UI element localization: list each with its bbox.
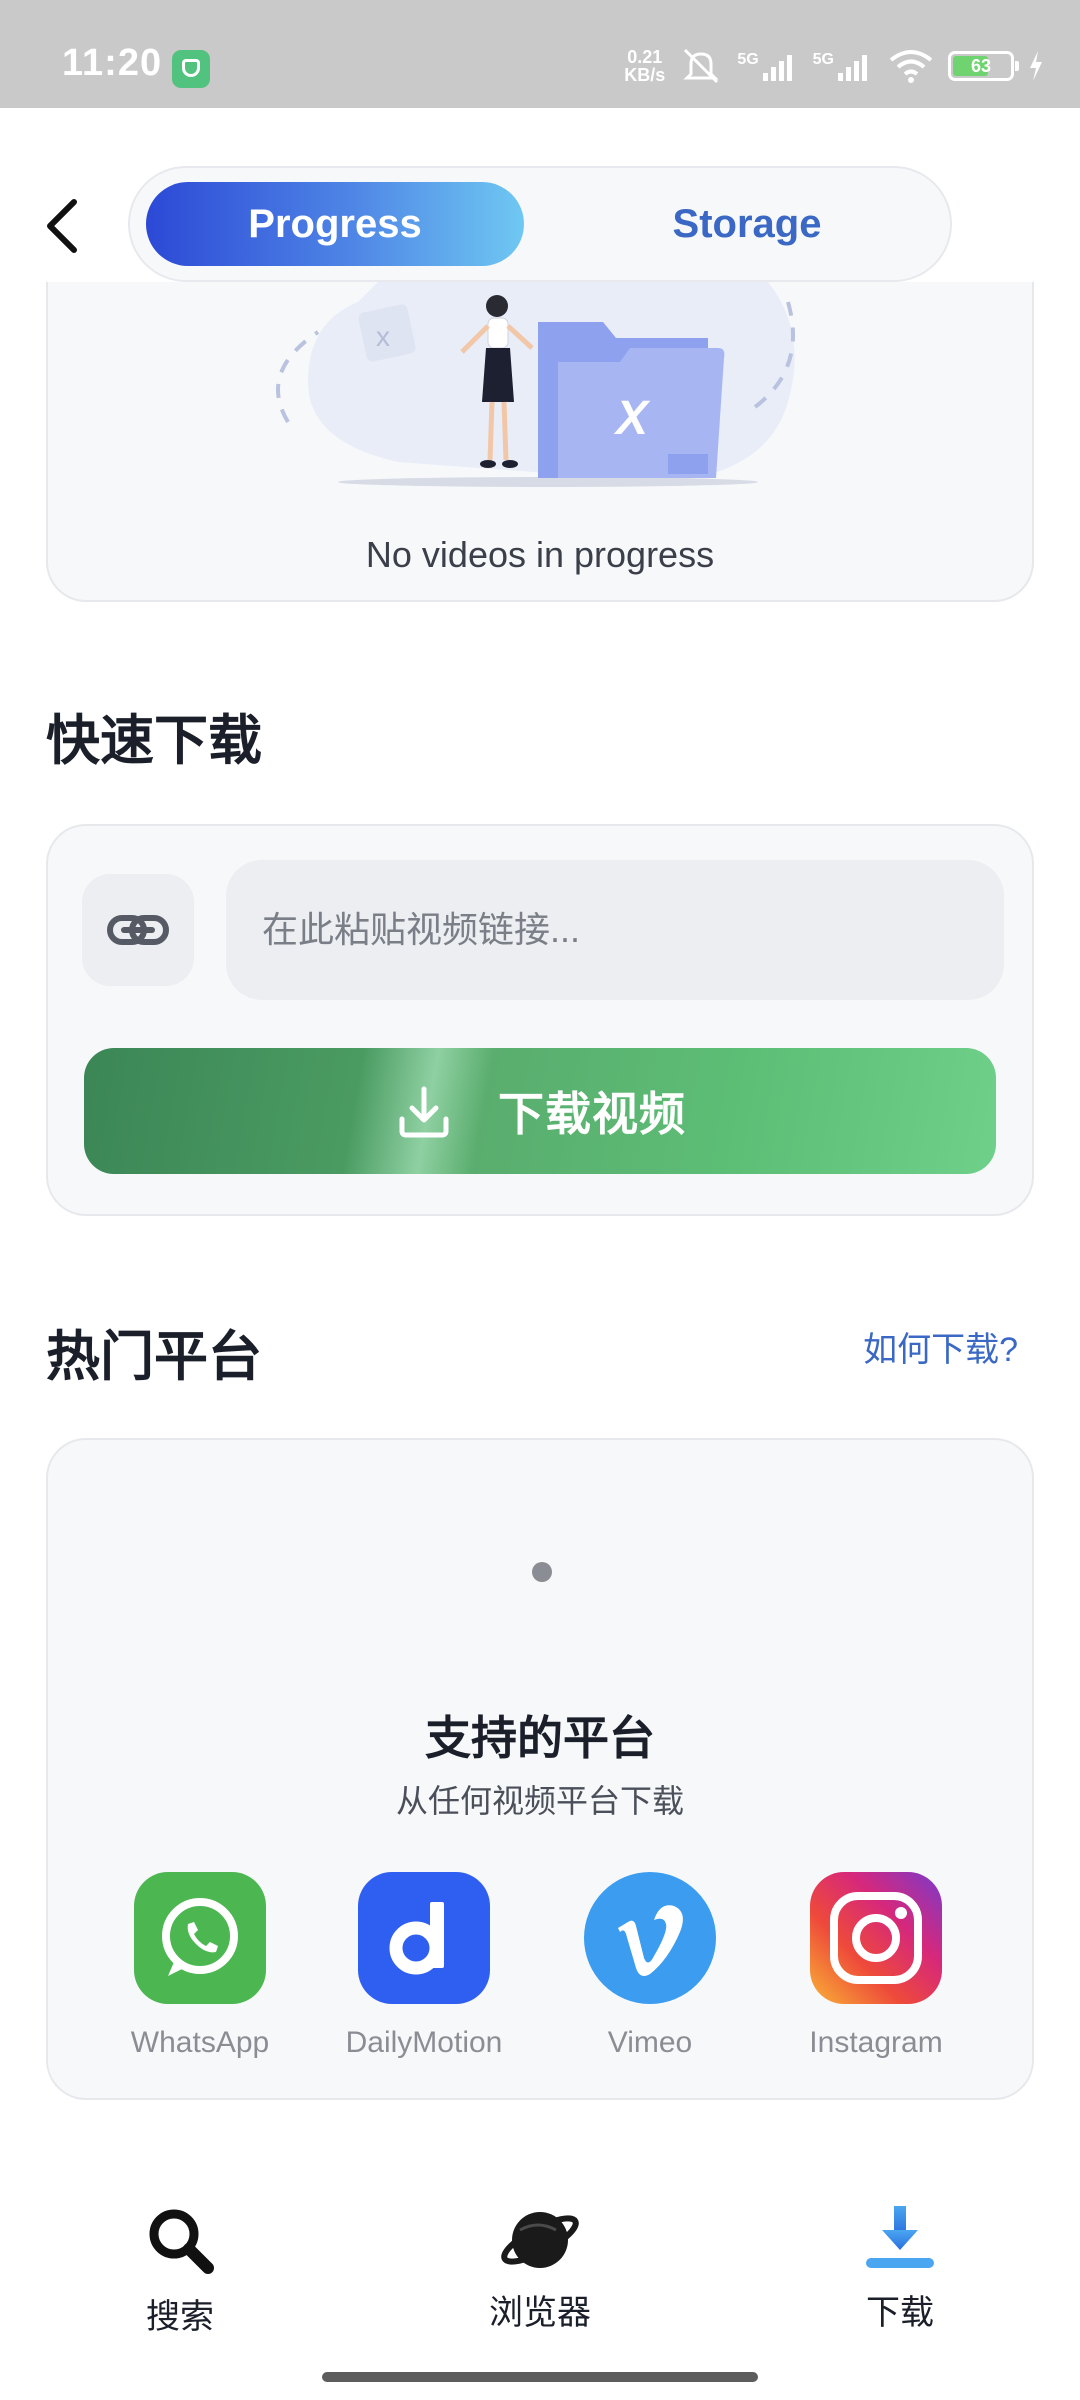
link-icon <box>107 915 169 945</box>
download-icon <box>866 2206 934 2268</box>
signal-5g-2: 5G <box>813 51 874 81</box>
paste-link-button[interactable] <box>82 874 194 986</box>
wifi-icon <box>889 50 933 83</box>
tab-storage[interactable]: Storage <box>558 182 936 266</box>
signal-5g-1: 5G <box>737 51 798 81</box>
planet-icon <box>501 2212 579 2268</box>
supported-platforms-subtitle: 从任何视频平台下载 <box>395 1783 684 1819</box>
platform-name: WhatsApp <box>130 2026 270 2059</box>
download-icon <box>399 1086 449 1138</box>
download-video-label: 下载视频 <box>498 1088 686 1140</box>
tab-progress[interactable]: Progress <box>146 182 524 266</box>
nav-browser[interactable]: 浏览器 <box>440 2200 640 2334</box>
network-speed: 0.21 KB/s <box>624 47 666 85</box>
platform-dailymotion[interactable]: DailyMotion <box>334 1872 514 2060</box>
quick-download-card: 下载视频 <box>46 824 1034 1216</box>
status-bar: 11:20 0.21 KB/s 5G 5G 63 <box>0 0 1080 108</box>
empty-state-text: No videos in progress <box>365 534 715 575</box>
page-indicator-dot <box>532 1562 552 1582</box>
vimeo-icon <box>584 1872 716 2004</box>
supported-platforms-title: 支持的平台 <box>425 1712 655 1764</box>
hot-platforms-title: 热门平台 <box>46 1327 262 1387</box>
svg-text:x: x <box>376 321 390 352</box>
platform-vimeo[interactable]: Vimeo <box>560 1872 740 2060</box>
download-video-button[interactable]: 下载视频 <box>84 1048 996 1174</box>
supported-platforms-card: 支持的平台 从任何视频平台下载 WhatsApp DailyMotion Vim… <box>46 1438 1034 2100</box>
nav-label: 浏览器 <box>489 2294 591 2332</box>
platform-whatsapp[interactable]: WhatsApp <box>110 1872 290 2060</box>
svg-text:X: X <box>613 392 651 445</box>
platform-instagram[interactable]: Instagram <box>786 1872 966 2060</box>
dailymotion-icon <box>358 1872 490 2004</box>
progress-card: x X No videos in progress <box>46 282 1034 602</box>
nav-download[interactable]: 下载 <box>800 2200 1000 2334</box>
progress-storage-toggle: Progress Storage <box>128 166 952 282</box>
mute-icon <box>683 48 719 84</box>
platform-name: Instagram <box>809 2026 943 2059</box>
charging-icon <box>1030 51 1042 81</box>
bottom-navigation: 搜索 浏览器 下载 <box>0 2170 1080 2400</box>
quick-download-title: 快速下载 <box>46 711 262 771</box>
home-indicator[interactable] <box>322 2372 758 2382</box>
empty-folder-illustration: x X <box>276 282 795 487</box>
signal-bars-icon <box>762 55 792 81</box>
platform-name: Vimeo <box>607 2026 693 2059</box>
platform-name: DailyMotion <box>345 2026 503 2059</box>
back-button[interactable] <box>40 196 90 256</box>
battery-icon: 63 <box>948 51 1019 81</box>
app-notification-icon <box>172 50 210 88</box>
instagram-icon <box>810 1872 942 2004</box>
search-icon <box>149 2209 214 2274</box>
nav-label: 搜索 <box>146 2298 214 2336</box>
how-to-download-link[interactable]: 如何下载? <box>863 1322 1018 1371</box>
chevron-left-icon <box>47 199 77 253</box>
status-icons: 0.21 KB/s 5G 5G 63 <box>624 42 1044 90</box>
video-url-input[interactable] <box>226 860 1004 1000</box>
status-time: 11:20 <box>62 42 163 84</box>
signal-bars-icon <box>838 55 867 81</box>
nav-search[interactable]: 搜索 <box>80 2200 280 2338</box>
nav-label: 下载 <box>866 2294 934 2332</box>
whatsapp-icon <box>134 1872 266 2004</box>
